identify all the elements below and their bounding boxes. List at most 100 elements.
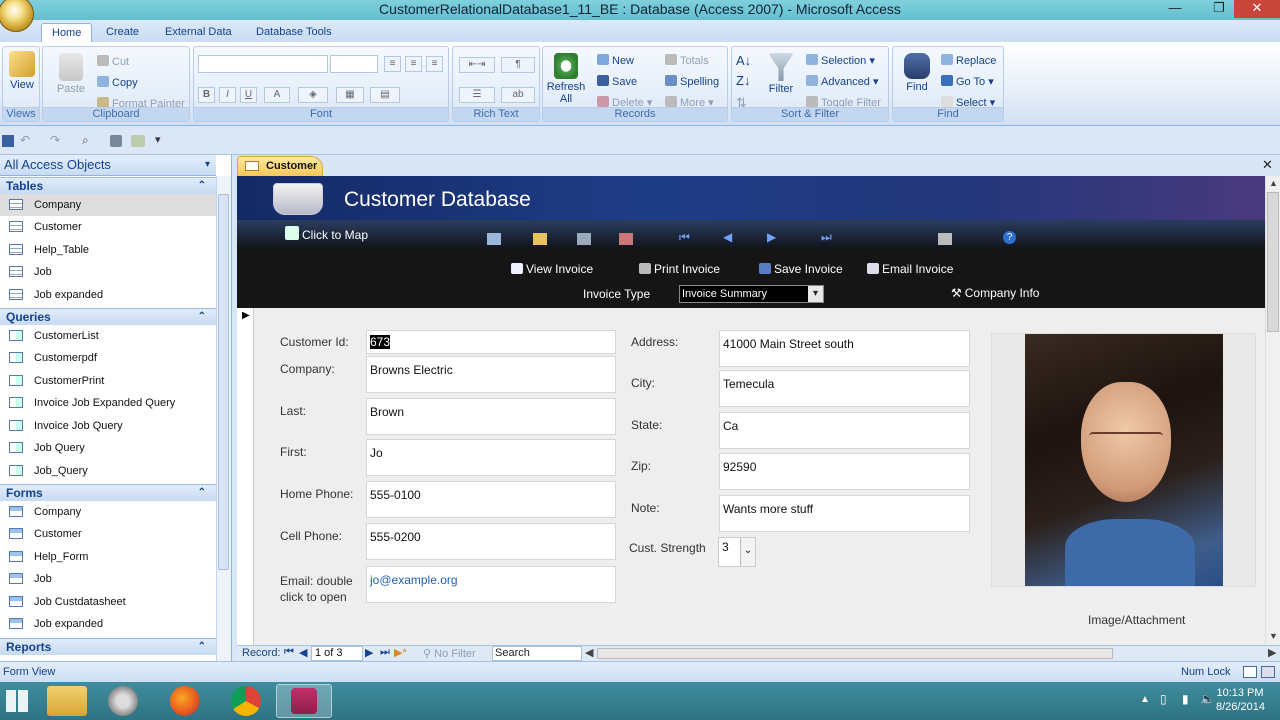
no-filter-button[interactable]: ⚲ No Filter (423, 647, 476, 660)
chevron-down-icon[interactable]: ▾ (808, 286, 823, 302)
company-field[interactable]: Browns Electric (366, 356, 616, 393)
close-icon[interactable]: ✕ (1234, 0, 1280, 18)
form-vertical-scrollbar[interactable]: ▲ ▼ (1265, 176, 1280, 645)
tab-database-tools[interactable]: Database Tools (246, 23, 342, 42)
last-name-field[interactable]: Brown (366, 398, 616, 435)
totals-button[interactable]: Totals (665, 54, 709, 67)
nav-query-job_query[interactable]: Job_Query (0, 460, 216, 482)
nav-table-job[interactable]: Job (0, 261, 216, 283)
print-icon[interactable] (938, 233, 952, 245)
file-explorer-icon[interactable] (47, 686, 87, 716)
nav-query-customerprint[interactable]: CustomerPrint (0, 370, 216, 392)
collapse-icon[interactable]: ⌃ (198, 178, 206, 194)
nav-section-queries[interactable]: Queries ⌃ (0, 308, 216, 325)
collapse-icon[interactable]: ⌃ (198, 639, 206, 655)
cut-button[interactable]: Cut (97, 55, 129, 68)
align-right-icon[interactable]: ≡ (426, 56, 443, 72)
open-icon[interactable] (533, 233, 547, 245)
first-name-field[interactable]: Jo (366, 439, 616, 476)
nav-form-help[interactable]: Help_Form (0, 546, 216, 568)
scroll-left-icon[interactable]: ◀ (585, 646, 593, 659)
align-left-icon[interactable]: ≡ (384, 56, 401, 72)
cust-strength-select[interactable]: 3 ⌄ (718, 537, 756, 567)
clock[interactable]: 10:13 PM 8/26/2014 (1216, 686, 1265, 714)
address-field[interactable]: 41000 Main Street south (719, 330, 970, 367)
save-icon[interactable] (2, 135, 14, 147)
nav-query-invoice-job[interactable]: Invoice Job Query (0, 415, 216, 437)
view-invoice-button[interactable]: View Invoice (511, 262, 593, 276)
layout-view-icon[interactable] (1261, 666, 1275, 678)
nav-query-customerlist[interactable]: CustomerList (0, 325, 216, 347)
restore-icon[interactable]: ❐ (1204, 0, 1234, 18)
scroll-right-icon[interactable]: ▶ (1268, 646, 1276, 659)
nav-table-company[interactable]: Company (0, 194, 216, 216)
nav-form-company[interactable]: Company (0, 501, 216, 523)
copy-button[interactable]: Copy (97, 76, 138, 89)
chrome-icon[interactable] (231, 686, 261, 716)
network-icon[interactable]: ▮ (1182, 692, 1189, 706)
save-record-button[interactable]: Save (597, 75, 637, 88)
access-taskbar-button[interactable] (276, 684, 332, 718)
volume-icon[interactable]: 🔈 (1200, 692, 1215, 706)
italic-icon[interactable]: I (219, 87, 236, 103)
nav-form-job[interactable]: Job (0, 568, 216, 590)
customer-id-field[interactable]: 673 (366, 330, 616, 354)
nav-query-job-query[interactable]: Job Query (0, 437, 216, 459)
first-record-icon[interactable]: ⏮ (679, 230, 690, 245)
redo-icon[interactable]: ↷ (50, 133, 60, 147)
company-info-button[interactable]: ⚒ Company Info (951, 286, 1039, 300)
nav-section-reports[interactable]: Reports ⌃ (0, 638, 216, 655)
chevron-down-icon[interactable]: ⌄ (740, 538, 755, 566)
refresh-all-button[interactable]: Refresh All (545, 53, 587, 105)
advanced-button[interactable]: Advanced ▾ (806, 75, 879, 88)
nav-table-job-expanded[interactable]: Job expanded (0, 284, 216, 306)
new-blank-record-icon[interactable]: ▶* (394, 646, 407, 659)
state-field[interactable]: Ca (719, 412, 970, 449)
scroll-up-icon[interactable]: ▲ (1269, 178, 1278, 188)
click-to-map-button[interactable]: Click to Map (285, 226, 368, 242)
show-hidden-icons[interactable]: ▲ (1140, 694, 1150, 705)
undo-icon[interactable]: ↶ (20, 133, 30, 147)
highlight-icon[interactable]: ab (501, 87, 535, 103)
city-field[interactable]: Temecula (719, 370, 970, 407)
chevron-down-icon[interactable]: ▾ (205, 155, 210, 175)
close-document-icon[interactable]: ✕ (1262, 157, 1273, 173)
font-size-select[interactable] (330, 55, 378, 73)
delete-icon[interactable] (619, 233, 633, 245)
save-invoice-button[interactable]: Save Invoice (759, 262, 843, 276)
invoice-type-select[interactable]: Invoice Summary ▾ (679, 285, 824, 303)
email-invoice-button[interactable]: Email Invoice (867, 262, 953, 276)
collapse-icon[interactable]: ⌃ (198, 309, 206, 325)
tab-customer-form[interactable]: Customer (237, 156, 323, 176)
nav-section-tables[interactable]: Tables ⌃ (0, 177, 216, 194)
record-selector[interactable]: ▶ (237, 308, 254, 645)
snipping-tool-icon[interactable] (108, 686, 138, 716)
last-record-icon[interactable]: ⏭ (380, 646, 390, 659)
new-record-button[interactable]: New (597, 54, 634, 67)
home-phone-field[interactable]: 555-0100 (366, 481, 616, 518)
paste-button[interactable]: Paste (49, 53, 93, 95)
nav-table-customer[interactable]: Customer (0, 216, 216, 238)
form-scroll-thumb[interactable] (1267, 192, 1279, 332)
nav-table-help[interactable]: Help_Table (0, 239, 216, 261)
replace-button[interactable]: Replace (941, 54, 996, 67)
help-icon[interactable]: ? (1003, 231, 1016, 244)
minimize-icon[interactable]: — (1160, 0, 1190, 18)
collapse-icon[interactable]: ⌃ (198, 485, 206, 501)
paragraph-icon[interactable]: ¶ (501, 57, 535, 73)
bullets-icon[interactable]: ☰ (459, 87, 495, 103)
view-button[interactable]: View (5, 51, 39, 91)
design-icon[interactable] (131, 135, 145, 147)
nav-form-job-custdatasheet[interactable]: Job Custdatasheet (0, 591, 216, 613)
alternate-fill-icon[interactable]: ▤ (370, 87, 400, 103)
font-name-select[interactable] (198, 55, 328, 73)
nav-scrollbar[interactable] (216, 176, 231, 661)
search-box[interactable]: Search (492, 646, 582, 661)
firefox-icon[interactable] (170, 686, 200, 716)
spelling-button[interactable]: Spelling (665, 75, 719, 88)
form-view-icon[interactable] (1243, 666, 1257, 678)
next-record-icon[interactable]: ▶ (365, 646, 373, 659)
next-record-icon[interactable]: ▶ (767, 230, 776, 244)
find-button[interactable]: Find (897, 53, 937, 93)
customize-qat-icon[interactable]: ▾ (155, 133, 161, 146)
